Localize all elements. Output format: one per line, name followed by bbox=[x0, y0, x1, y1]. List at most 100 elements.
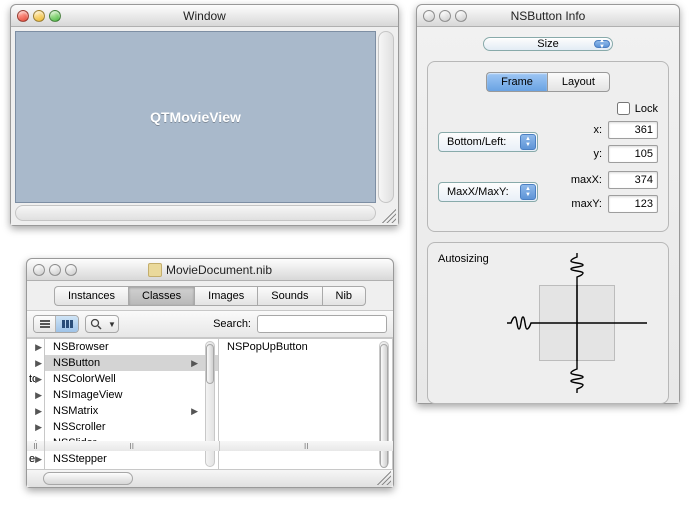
close-icon[interactable] bbox=[423, 10, 435, 22]
window-content: Size ▲▼ FrameLayout Lock Bottom/Left: ▲▼… bbox=[417, 27, 679, 403]
list-item[interactable]: ▶ bbox=[27, 403, 44, 419]
list-item[interactable]: ew▶ bbox=[27, 451, 44, 467]
list-item[interactable]: tor▶ bbox=[27, 371, 44, 387]
x-label: x: bbox=[593, 124, 602, 136]
window-content: QTMovieView bbox=[11, 27, 398, 225]
column-splitter[interactable]: II bbox=[27, 441, 45, 451]
titlebar[interactable]: Window bbox=[11, 5, 398, 27]
search-label: Search: bbox=[213, 318, 251, 330]
autosizing-groupbox: Autosizing bbox=[427, 242, 669, 404]
close-icon[interactable] bbox=[17, 10, 29, 22]
spring-left-icon[interactable] bbox=[507, 316, 539, 330]
list-item[interactable]: ▶ bbox=[27, 387, 44, 403]
lock-checkbox[interactable] bbox=[617, 102, 630, 115]
updown-arrows-icon: ▲▼ bbox=[520, 184, 536, 200]
close-icon[interactable] bbox=[33, 264, 45, 276]
window-qtmovieview: Window QTMovieView bbox=[10, 4, 399, 226]
maxx-field[interactable] bbox=[608, 171, 658, 189]
chevron-right-icon: ▶ bbox=[35, 422, 42, 433]
autosizing-label: Autosizing bbox=[438, 253, 489, 265]
maxx-label: maxX: bbox=[571, 174, 602, 186]
filter-menu[interactable]: ▼ bbox=[85, 315, 119, 333]
zoom-icon[interactable] bbox=[455, 10, 467, 22]
horizontal-scrollbar[interactable] bbox=[15, 205, 376, 221]
size-mode-popup[interactable]: MaxX/MaxY: ▲▼ bbox=[438, 182, 538, 202]
traffic-lights bbox=[33, 264, 89, 276]
window-content: InstancesClassesImagesSoundsNib ▼ Search… bbox=[27, 281, 393, 487]
popup-value: Size bbox=[537, 38, 558, 50]
tab-classes[interactable]: Classes bbox=[128, 286, 194, 306]
y-field[interactable] bbox=[608, 145, 658, 163]
list-item[interactable]: NSImageView bbox=[45, 387, 218, 403]
column-splitter[interactable]: II bbox=[220, 441, 394, 451]
popup-value: Bottom/Left: bbox=[447, 136, 506, 148]
maxy-label: maxY: bbox=[571, 198, 602, 210]
titlebar[interactable]: MovieDocument.nib bbox=[27, 259, 393, 281]
frame-layout-tabs: FrameLayout bbox=[438, 72, 658, 92]
window-resize-grip-icon[interactable] bbox=[380, 207, 396, 223]
chevron-down-icon: ▼ bbox=[106, 320, 118, 329]
list-item[interactable]: NSBrowser bbox=[45, 339, 218, 355]
nib-tabs: InstancesClassesImagesSoundsNib bbox=[27, 281, 393, 306]
view-mode-list-icon[interactable] bbox=[34, 316, 56, 332]
updown-arrows-icon: ▲▼ bbox=[520, 134, 536, 150]
y-label: y: bbox=[593, 148, 602, 160]
view-mode-segmented bbox=[33, 315, 79, 333]
strut-horizontal-icon[interactable] bbox=[539, 322, 647, 324]
view-mode-columns-icon[interactable] bbox=[56, 316, 78, 332]
traffic-lights bbox=[17, 10, 73, 22]
minimize-icon[interactable] bbox=[49, 264, 61, 276]
minimize-icon[interactable] bbox=[33, 10, 45, 22]
list-item[interactable]: NSScroller bbox=[45, 419, 218, 435]
nib-file-icon bbox=[148, 263, 162, 277]
chevron-right-icon: ▶ bbox=[35, 342, 42, 353]
column-splitter[interactable]: II bbox=[45, 441, 220, 451]
zoom-icon[interactable] bbox=[65, 264, 77, 276]
tab-nib[interactable]: Nib bbox=[322, 286, 367, 306]
nib-toolbar: ▼ Search: bbox=[27, 310, 393, 338]
maxy-field[interactable] bbox=[608, 195, 658, 213]
autosizing-control[interactable] bbox=[507, 253, 647, 393]
tab-sounds[interactable]: Sounds bbox=[257, 286, 321, 306]
origin-mode-popup[interactable]: Bottom/Left: ▲▼ bbox=[438, 132, 538, 152]
vertical-scrollbar[interactable] bbox=[378, 31, 394, 203]
list-item[interactable]: NSColorWell bbox=[45, 371, 218, 387]
traffic-lights bbox=[423, 10, 479, 22]
class-browser: ▶▶tor▶▶▶▶▶ew▶ NSBrowserNSButton▶NSColorW… bbox=[27, 338, 393, 469]
updown-arrows-icon: ▲▼ bbox=[594, 40, 610, 48]
titlebar[interactable]: NSButton Info bbox=[417, 5, 679, 27]
window-inspector: NSButton Info Size ▲▼ FrameLayout Lock B… bbox=[416, 4, 680, 404]
tab-instances[interactable]: Instances bbox=[54, 286, 128, 306]
tab-frame[interactable]: Frame bbox=[486, 72, 547, 92]
inspector-pane-popup[interactable]: Size ▲▼ bbox=[483, 37, 613, 51]
lock-label: Lock bbox=[635, 103, 658, 115]
tab-images[interactable]: Images bbox=[194, 286, 257, 306]
window-nib-document: MovieDocument.nib InstancesClassesImages… bbox=[26, 258, 394, 488]
scroll-thumb[interactable] bbox=[43, 472, 133, 485]
zoom-icon[interactable] bbox=[49, 10, 61, 22]
chevron-right-icon: ▶ bbox=[35, 454, 42, 465]
minimize-icon[interactable] bbox=[439, 10, 451, 22]
list-item[interactable]: NSButton▶ bbox=[45, 355, 218, 371]
list-item[interactable]: NSPopUpButton bbox=[219, 339, 392, 355]
window-resize-grip-icon[interactable] bbox=[375, 469, 391, 485]
list-item[interactable]: NSStepper bbox=[45, 451, 218, 467]
list-item[interactable]: ▶ bbox=[27, 355, 44, 371]
search-icon bbox=[86, 318, 106, 330]
size-groupbox: FrameLayout Lock Bottom/Left: ▲▼ x: y: bbox=[427, 61, 669, 232]
tab-layout[interactable]: Layout bbox=[547, 72, 610, 92]
chevron-right-icon: ▶ bbox=[35, 374, 42, 385]
list-item[interactable]: NSMatrix▶ bbox=[45, 403, 218, 419]
chevron-right-icon: ▶ bbox=[35, 406, 42, 417]
horizontal-scrollbar[interactable] bbox=[27, 469, 393, 487]
chevron-right-icon: ▶ bbox=[191, 406, 198, 417]
spring-top-icon[interactable] bbox=[570, 253, 584, 285]
list-item[interactable]: ▶ bbox=[27, 339, 44, 355]
search-input[interactable] bbox=[257, 315, 387, 333]
x-field[interactable] bbox=[608, 121, 658, 139]
chevron-right-icon: ▶ bbox=[35, 390, 42, 401]
spring-bottom-icon[interactable] bbox=[570, 361, 584, 393]
chevron-right-icon: ▶ bbox=[35, 358, 42, 369]
list-item[interactable]: ▶ bbox=[27, 419, 44, 435]
qtmovieview-placeholder[interactable]: QTMovieView bbox=[15, 31, 376, 203]
